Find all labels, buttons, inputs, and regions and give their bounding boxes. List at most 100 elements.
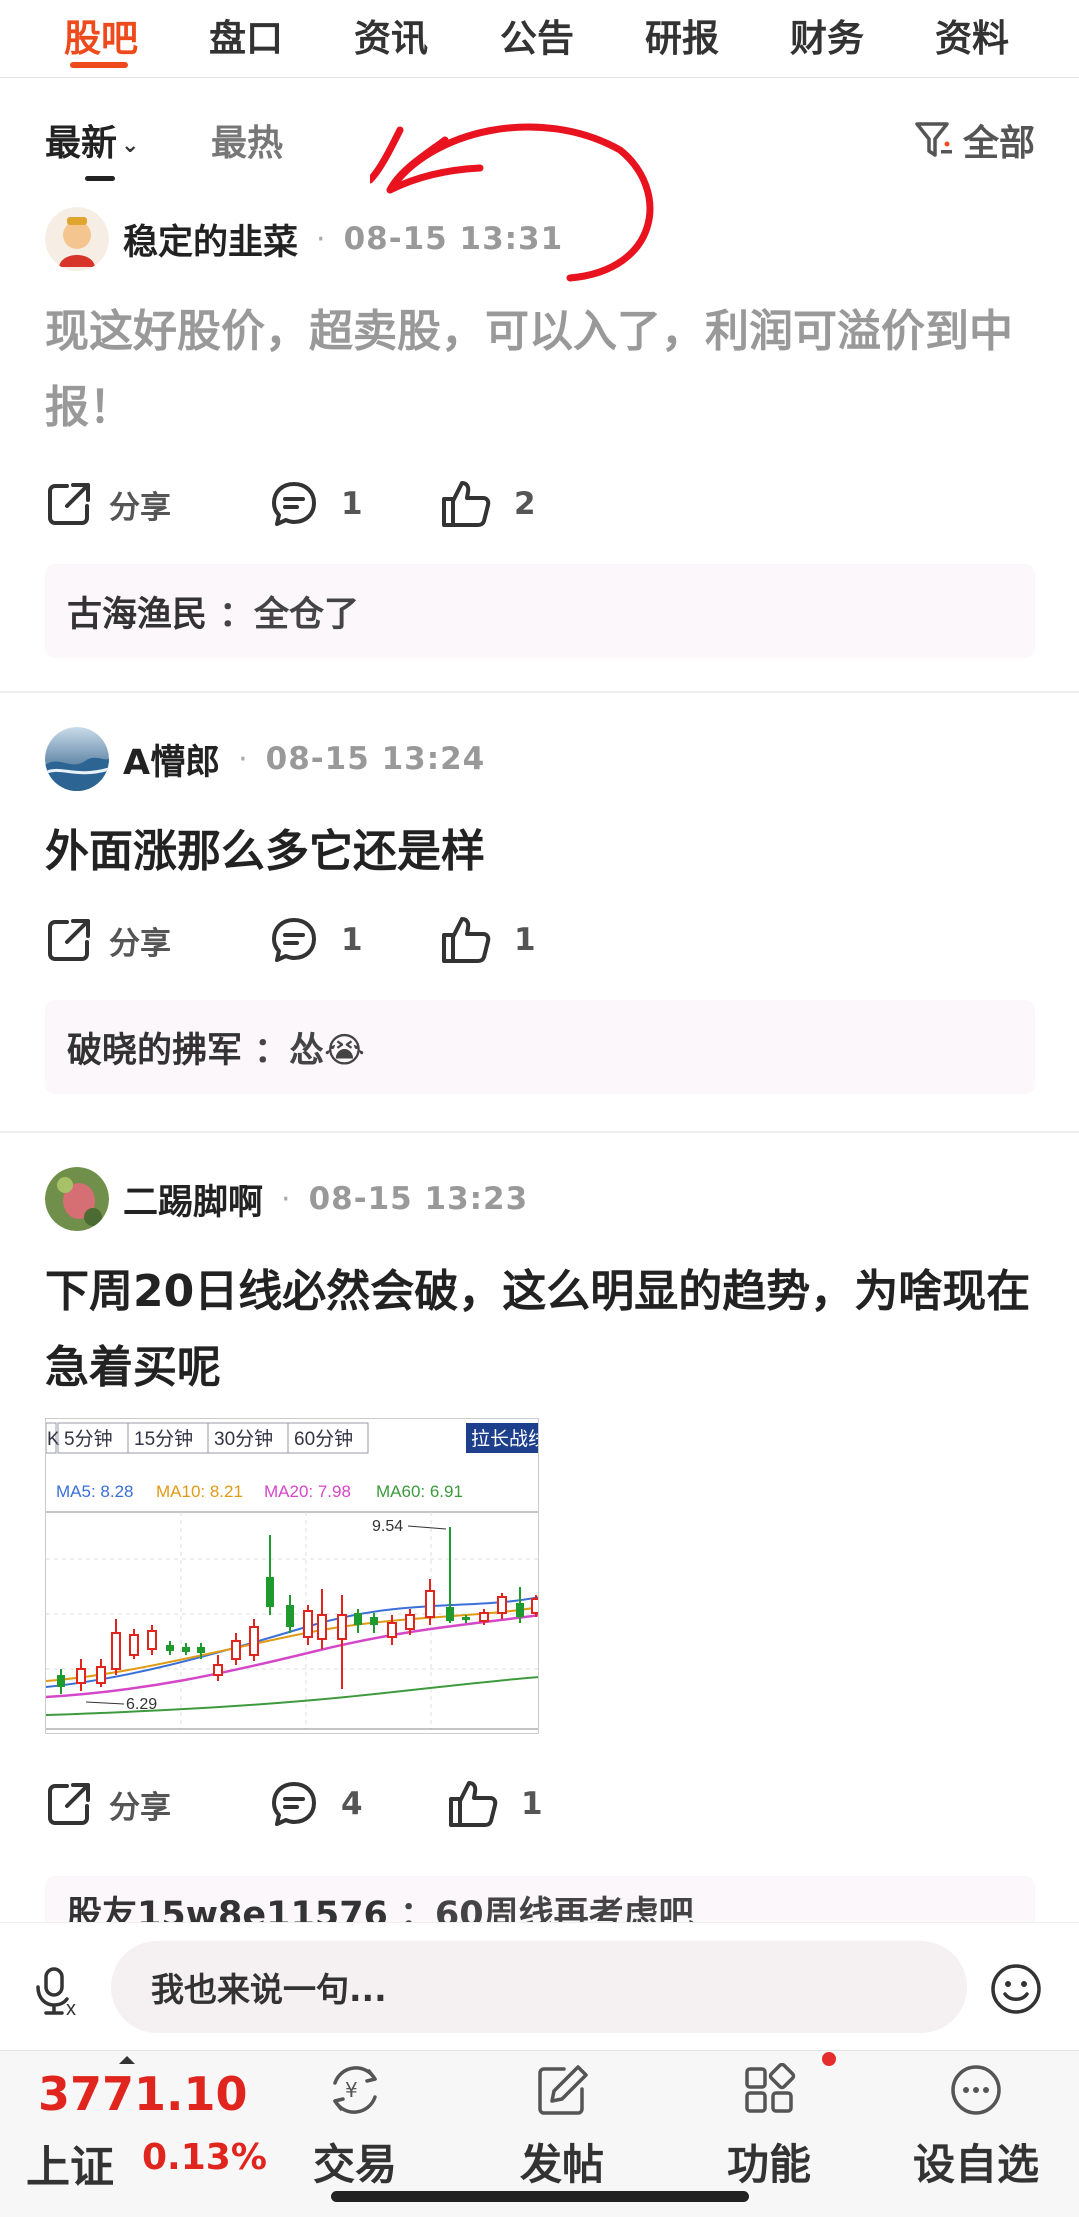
like-count: 1 (521, 1786, 543, 1822)
share-button[interactable]: 分享 (45, 1774, 171, 1834)
post-actions: 分享 4 1 (45, 1774, 745, 1834)
comment-button[interactable]: 1 (269, 474, 363, 534)
tab-research[interactable]: 研报 (645, 8, 719, 62)
comment-bar: x 我也来说一句... (0, 1922, 1079, 2050)
post-actions: 分享 1 1 (45, 910, 745, 970)
chart-button: 拉长战线 (471, 1428, 539, 1450)
filter-icon (915, 122, 952, 157)
comment-count: 1 (341, 922, 363, 958)
chart-tab: 30分钟 (214, 1428, 273, 1450)
tab-finance[interactable]: 财务 (790, 8, 864, 62)
nav-functions[interactable]: 功能 (699, 2062, 839, 2192)
avatar[interactable] (45, 727, 109, 791)
caret-up-icon (119, 2056, 135, 2064)
author-name[interactable]: 稳定的韭菜 (123, 214, 298, 265)
ma-label: MA60: 6.91 (376, 1482, 463, 1501)
kline-chart: K 5分钟 15分钟 30分钟 60分钟 拉长战线 MA5: 8.28 MA10… (46, 1419, 539, 1733)
separator-dot: · (316, 221, 326, 257)
like-button[interactable]: 2 (440, 474, 536, 534)
edit-icon (538, 2065, 588, 2115)
reply-preview[interactable]: 古海渔民 ：全仓了 (45, 564, 1035, 658)
high-label: 9.54 (372, 1518, 403, 1535)
like-count: 1 (514, 922, 536, 958)
like-count: 2 (514, 486, 536, 522)
comment-icon (272, 918, 316, 962)
separator-dot: · (238, 741, 248, 777)
sort-hot[interactable]: 最热 (211, 114, 283, 166)
share-icon (48, 483, 90, 525)
thumbs-up-icon (442, 917, 491, 963)
nav-trade-label: 交易 (312, 2140, 397, 2189)
sort-latest[interactable]: 最新 ⌄ (45, 114, 139, 166)
reply-text: ：怂😭 (254, 1030, 365, 1071)
ma-label: MA10: 8.21 (156, 1482, 243, 1501)
share-label: 分享 (109, 1789, 171, 1826)
avatar[interactable] (45, 207, 109, 271)
filter-button[interactable]: 全部 (913, 114, 1035, 166)
post-time: 08-15 13:24 (265, 741, 486, 777)
share-label: 分享 (109, 925, 171, 962)
post-actions: 分享 1 2 (45, 474, 745, 534)
reply-author[interactable]: 破晓的拂军 (67, 1022, 242, 1073)
comment-count: 4 (341, 1786, 363, 1822)
post-image-kline-chart[interactable]: K 5分钟 15分钟 30分钟 60分钟 拉长战线 MA5: 8.28 MA10… (45, 1418, 539, 1734)
divider (0, 691, 1079, 693)
post-time: 08-15 13:31 (343, 221, 564, 257)
like-button[interactable]: 1 (440, 910, 536, 970)
author-name[interactable]: 二踢脚啊 (123, 1174, 263, 1225)
sort-latest-label: 最新 (45, 123, 118, 164)
author-name[interactable]: A懵郎 (123, 734, 220, 785)
sort-indicator (85, 176, 115, 181)
avatar[interactable] (45, 1167, 109, 1231)
tab-announcements[interactable]: 公告 (500, 8, 574, 62)
post-time: 08-15 13:23 (308, 1181, 529, 1217)
comment-button[interactable]: 1 (269, 910, 363, 970)
share-label: 分享 (109, 489, 171, 526)
comment-icon (272, 1782, 316, 1826)
nav-functions-label: 功能 (726, 2140, 811, 2189)
nav-watchlist-label: 设自选 (912, 2140, 1039, 2189)
reply-author[interactable]: 古海渔民 (67, 586, 207, 637)
share-button[interactable]: 分享 (45, 474, 171, 534)
low-label: 6.29 (126, 1696, 157, 1713)
ma-label: MA20: 7.98 (264, 1482, 351, 1501)
nav-watchlist[interactable]: 设自选 (906, 2063, 1046, 2192)
grid-icon (745, 2062, 796, 2113)
comment-input[interactable]: 我也来说一句... (111, 1941, 967, 2033)
comment-icon (272, 482, 316, 526)
emoji-icon[interactable] (990, 1963, 1042, 2015)
tab-guba[interactable]: 股吧 (64, 8, 138, 62)
separator-dot: · (281, 1181, 291, 1217)
chevron-down-icon: ⌄ (121, 132, 140, 158)
filter-label: 全部 (962, 123, 1035, 164)
top-tab-bar: 股吧 盘口 资讯 公告 研报 财务 资料 (0, 0, 1079, 78)
tab-news[interactable]: 资讯 (354, 8, 428, 62)
nav-post-label: 发帖 (519, 2140, 604, 2189)
home-indicator[interactable] (331, 2191, 749, 2202)
voice-input-icon[interactable]: x (34, 1965, 86, 2017)
tab-profile[interactable]: 资料 (935, 8, 1009, 62)
nav-trade[interactable]: ¥ 交易 (285, 2063, 425, 2192)
tab-pankou[interactable]: 盘口 (209, 8, 283, 62)
reply-text: ：全仓了 (219, 594, 360, 635)
notification-dot (822, 2052, 836, 2066)
comment-button[interactable]: 4 (269, 1774, 363, 1834)
trade-icon: ¥ (333, 2066, 377, 2114)
share-icon (48, 1783, 90, 1825)
thumbs-up-icon (449, 1781, 498, 1827)
index-change: 0.13% (142, 2137, 267, 2178)
reply-preview[interactable]: 破晓的拂军 ：怂😭 (45, 1000, 1035, 1094)
ma-label: MA5: 8.28 (56, 1482, 134, 1501)
post-header: 稳定的韭菜 · 08-15 13:31 (45, 206, 563, 272)
nav-post[interactable]: 发帖 (492, 2063, 632, 2192)
active-tab-indicator (70, 62, 128, 68)
post-content[interactable]: 下周20日线必然会破，这么明显的趋势，为啥现在急着买呢 (45, 1254, 1045, 1406)
like-button[interactable]: 1 (447, 1774, 543, 1834)
comment-count: 1 (341, 486, 363, 522)
post-content[interactable]: 现这好股价，超卖股，可以入了，利润可溢价到中报！ (45, 294, 1045, 446)
more-icon (951, 2065, 1001, 2115)
post-content[interactable]: 外面涨那么多它还是样 (45, 814, 1045, 890)
chart-tab: 5分钟 (64, 1428, 113, 1450)
share-button[interactable]: 分享 (45, 910, 171, 970)
svg-text:x: x (66, 1998, 76, 2017)
